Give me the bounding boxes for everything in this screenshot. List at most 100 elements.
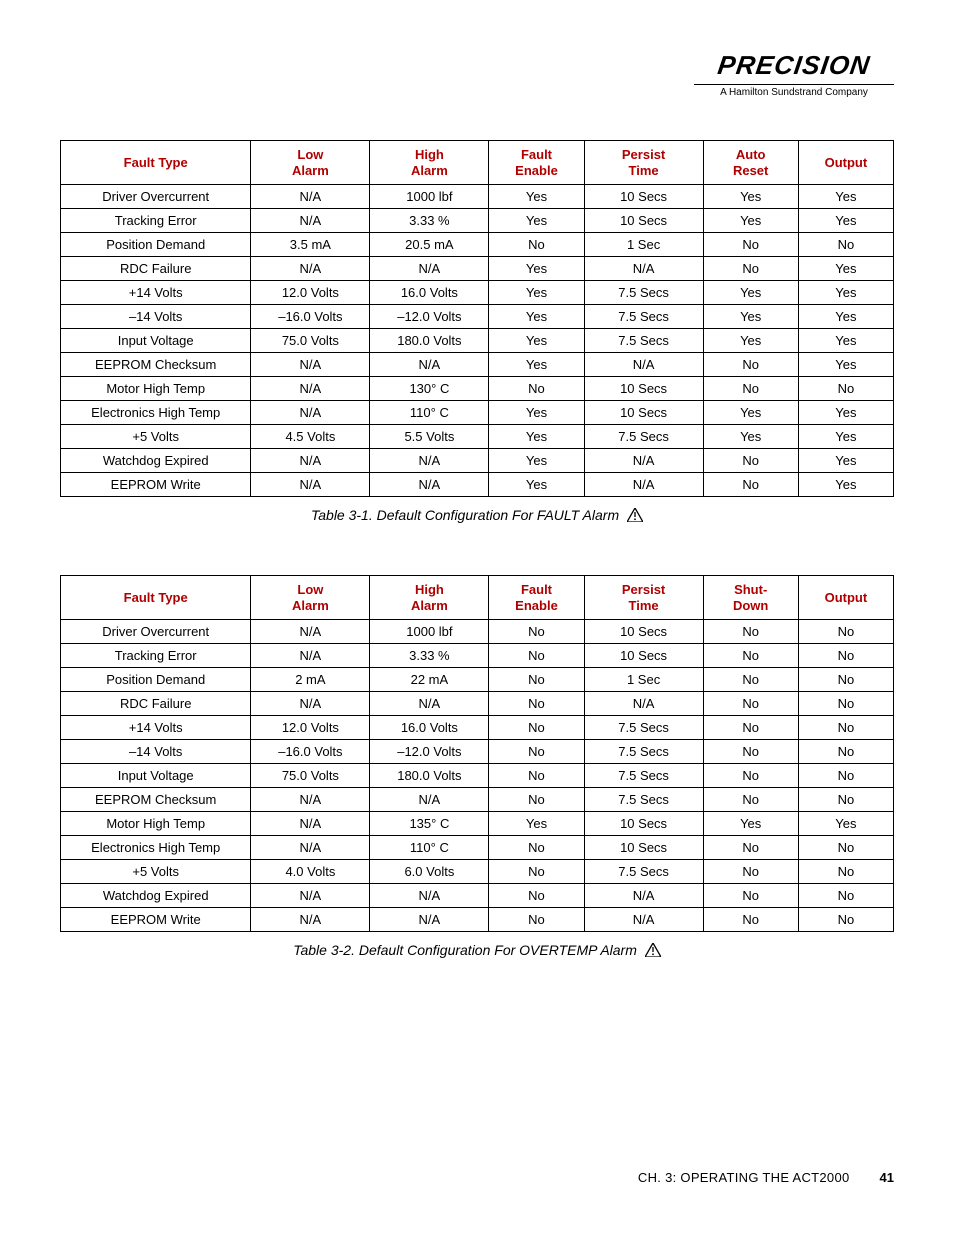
table-cell: N/A — [251, 209, 370, 233]
table-cell: No — [489, 644, 584, 668]
table-row: RDC FailureN/AN/ANoN/ANoNo — [61, 692, 894, 716]
table-cell: No — [798, 740, 893, 764]
table-cell: 7.5 Secs — [584, 329, 703, 353]
table-cell: No — [489, 692, 584, 716]
table-cell: No — [489, 788, 584, 812]
table-cell: No — [489, 764, 584, 788]
table-cell: No — [703, 836, 798, 860]
table-cell: No — [703, 692, 798, 716]
table-cell: N/A — [251, 473, 370, 497]
table-cell: 3.5 mA — [251, 233, 370, 257]
table-cell: 4.0 Volts — [251, 860, 370, 884]
table-row: EEPROM ChecksumN/AN/AYesN/ANoYes — [61, 353, 894, 377]
table-cell: Yes — [489, 473, 584, 497]
table-cell: N/A — [251, 449, 370, 473]
table-cell: N/A — [251, 401, 370, 425]
table-cell: EEPROM Write — [61, 908, 251, 932]
table-cell: 5.5 Volts — [370, 425, 489, 449]
table-cell: No — [703, 908, 798, 932]
table-cell: Watchdog Expired — [61, 449, 251, 473]
table-cell: Yes — [703, 281, 798, 305]
table-cell: No — [703, 860, 798, 884]
col-output: Output — [798, 141, 893, 185]
table-cell: No — [489, 836, 584, 860]
table-cell: 22 mA — [370, 668, 489, 692]
table-cell: No — [798, 884, 893, 908]
table-cell: Tracking Error — [61, 209, 251, 233]
table-cell: –14 Volts — [61, 305, 251, 329]
table-cell: No — [798, 908, 893, 932]
table-cell: Yes — [703, 209, 798, 233]
table-cell: 16.0 Volts — [370, 716, 489, 740]
table-cell: N/A — [584, 692, 703, 716]
table-cell: 12.0 Volts — [251, 716, 370, 740]
table-cell: N/A — [251, 644, 370, 668]
col-output: Output — [798, 576, 893, 620]
table-cell: 7.5 Secs — [584, 281, 703, 305]
table-cell: No — [489, 860, 584, 884]
table-cell: EEPROM Checksum — [61, 788, 251, 812]
table-row: Electronics High TempN/A110° CNo10 SecsN… — [61, 836, 894, 860]
table-cell: No — [489, 377, 584, 401]
table-row: RDC FailureN/AN/AYesN/ANoYes — [61, 257, 894, 281]
table-cell: +5 Volts — [61, 425, 251, 449]
table-cell: N/A — [251, 257, 370, 281]
table-cell: –16.0 Volts — [251, 305, 370, 329]
table-cell: N/A — [584, 908, 703, 932]
table-cell: No — [798, 764, 893, 788]
table-row: Watchdog ExpiredN/AN/ANoN/ANoNo — [61, 884, 894, 908]
table-cell: 4.5 Volts — [251, 425, 370, 449]
table-cell: Yes — [489, 353, 584, 377]
table-cell: Yes — [798, 305, 893, 329]
table-cell: 180.0 Volts — [370, 764, 489, 788]
table-cell: N/A — [584, 473, 703, 497]
table-cell: 75.0 Volts — [251, 329, 370, 353]
table-cell: Yes — [798, 257, 893, 281]
table-row: Input Voltage75.0 Volts180.0 VoltsYes7.5… — [61, 329, 894, 353]
table-cell: No — [798, 377, 893, 401]
table-cell: Yes — [798, 449, 893, 473]
table-cell: N/A — [251, 884, 370, 908]
col-persist-time: PersistTime — [584, 141, 703, 185]
table-cell: N/A — [584, 353, 703, 377]
table2-caption: Table 3-2. Default Configuration For OVE… — [60, 942, 894, 960]
table-cell: Yes — [798, 281, 893, 305]
table-row: Input Voltage75.0 Volts180.0 VoltsNo7.5 … — [61, 764, 894, 788]
table-cell: Motor High Temp — [61, 812, 251, 836]
table-cell: No — [703, 668, 798, 692]
table-row: +5 Volts4.0 Volts6.0 VoltsNo7.5 SecsNoNo — [61, 860, 894, 884]
table-cell: N/A — [370, 884, 489, 908]
table-row: +14 Volts12.0 Volts16.0 VoltsYes7.5 Secs… — [61, 281, 894, 305]
table-cell: 7.5 Secs — [584, 740, 703, 764]
table-cell: +14 Volts — [61, 281, 251, 305]
table-cell: RDC Failure — [61, 692, 251, 716]
table-cell: 2 mA — [251, 668, 370, 692]
table-cell: Motor High Temp — [61, 377, 251, 401]
table-cell: No — [703, 884, 798, 908]
table-cell: No — [703, 764, 798, 788]
table1-caption: Table 3-1. Default Configuration For FAU… — [60, 507, 894, 525]
table-cell: N/A — [251, 788, 370, 812]
table-cell: Yes — [489, 257, 584, 281]
footer-chapter: CH. 3: OPERATING THE ACT2000 — [638, 1170, 850, 1185]
col-shut-down: Shut-Down — [703, 576, 798, 620]
col-high-alarm: HighAlarm — [370, 576, 489, 620]
table-cell: EEPROM Checksum — [61, 353, 251, 377]
table-cell: No — [798, 620, 893, 644]
table-row: Tracking ErrorN/A3.33 %Yes10 SecsYesYes — [61, 209, 894, 233]
table-row: Watchdog ExpiredN/AN/AYesN/ANoYes — [61, 449, 894, 473]
table-cell: Driver Overcurrent — [61, 185, 251, 209]
brand-name: PRECISION — [692, 50, 896, 81]
col-fault-enable: FaultEnable — [489, 141, 584, 185]
table-cell: –16.0 Volts — [251, 740, 370, 764]
table-cell: No — [703, 620, 798, 644]
table-cell: No — [703, 740, 798, 764]
table-cell: No — [703, 377, 798, 401]
table-cell: 7.5 Secs — [584, 788, 703, 812]
table-cell: Yes — [798, 401, 893, 425]
col-fault-enable: FaultEnable — [489, 576, 584, 620]
table-cell: –12.0 Volts — [370, 740, 489, 764]
col-persist-time: PersistTime — [584, 576, 703, 620]
table-cell: No — [489, 233, 584, 257]
table-cell: No — [798, 860, 893, 884]
